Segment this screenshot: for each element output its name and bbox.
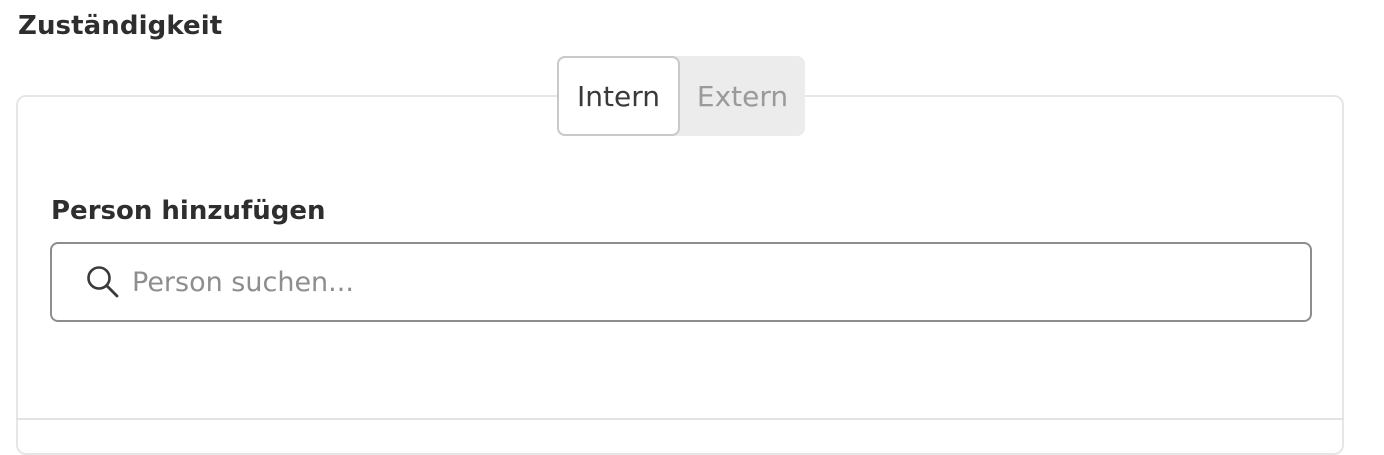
toggle-intern-button[interactable]: Intern — [557, 56, 680, 136]
toggle-extern-button[interactable]: Extern — [680, 56, 805, 136]
intern-extern-toggle: Intern Extern — [557, 56, 805, 136]
panel-divider — [16, 418, 1344, 420]
person-search-input[interactable] — [132, 244, 1292, 320]
add-person-label: Person hinzufügen — [51, 196, 326, 226]
search-icon — [85, 264, 121, 300]
section-title: Zuständigkeit — [18, 11, 223, 41]
person-search-field[interactable] — [50, 242, 1312, 322]
